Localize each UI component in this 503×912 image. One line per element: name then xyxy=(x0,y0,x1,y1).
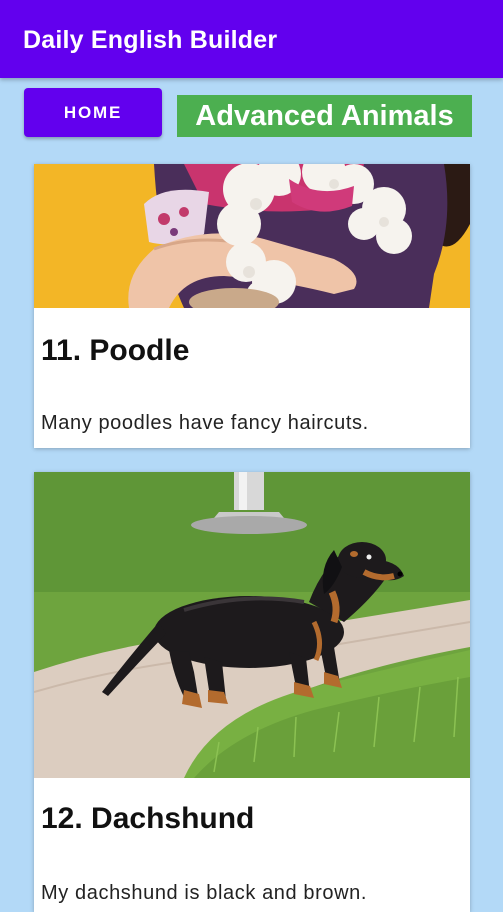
word-card-dachshund[interactable]: 12. Dachshund My dachshund is black and … xyxy=(34,472,470,912)
card-title: 12. Dachshund xyxy=(41,802,255,835)
category-label: Advanced Animals xyxy=(177,95,472,137)
home-button[interactable]: HOME xyxy=(24,88,162,137)
word-card-poodle[interactable]: 11. Poodle Many poodles have fancy hairc… xyxy=(34,164,470,448)
poodle-photo xyxy=(34,164,470,308)
dachshund-photo xyxy=(34,472,470,778)
app-title: Daily English Builder xyxy=(23,26,278,54)
card-description: Many poodles have fancy haircuts. xyxy=(41,412,369,434)
card-title: 11. Poodle xyxy=(41,334,190,367)
app-bar: Daily English Builder xyxy=(0,0,503,78)
card-description: My dachshund is black and brown. xyxy=(41,882,368,904)
